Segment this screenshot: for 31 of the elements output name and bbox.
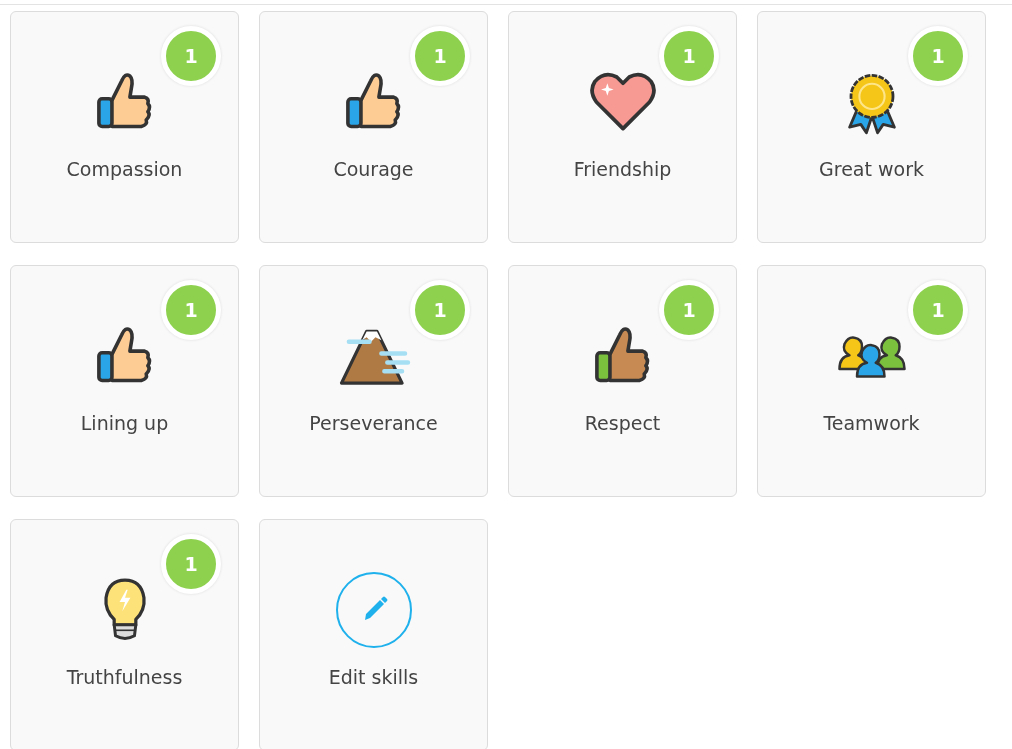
skill-label: Edit skills: [328, 666, 419, 688]
count-badge: 1: [161, 26, 221, 86]
skill-card[interactable]: 1 Courage: [259, 11, 488, 243]
skill-label: Courage: [333, 158, 414, 180]
skill-card[interactable]: 1 Perseverance: [259, 265, 488, 497]
count-badge: 1: [161, 534, 221, 594]
skill-label: Friendship: [573, 158, 672, 180]
skill-label: Perseverance: [309, 412, 438, 434]
edit-icon: [334, 571, 413, 649]
skill-card[interactable]: 1 Truthfulness: [10, 519, 239, 749]
count-badge: 1: [410, 26, 470, 86]
count-badge: 1: [161, 280, 221, 340]
skill-card[interactable]: 1 Great work: [757, 11, 986, 243]
skill-label: Truthfulness: [66, 666, 183, 688]
skill-label: Great work: [819, 158, 924, 180]
skill-card[interactable]: 1 Friendship: [508, 11, 737, 243]
people-icon: [836, 333, 907, 379]
skill-card[interactable]: 1 Compassion: [10, 11, 239, 243]
skill-label: Lining up: [80, 412, 169, 434]
count-badge: 1: [659, 26, 719, 86]
edit-skills-card[interactable]: Edit skills: [259, 519, 488, 749]
count-badge: 1: [908, 26, 968, 86]
count-badge: 1: [410, 280, 470, 340]
count-badge: 1: [908, 280, 968, 340]
skill-card[interactable]: 1 Lining up: [10, 265, 239, 497]
skill-label: Respect: [584, 412, 661, 434]
count-badge: 1: [659, 280, 719, 340]
skill-label: Teamwork: [823, 412, 920, 434]
skill-card[interactable]: 1 Respect: [508, 265, 737, 497]
skill-label: Compassion: [66, 158, 183, 180]
skill-card[interactable]: 1 Teamwork: [757, 265, 986, 497]
